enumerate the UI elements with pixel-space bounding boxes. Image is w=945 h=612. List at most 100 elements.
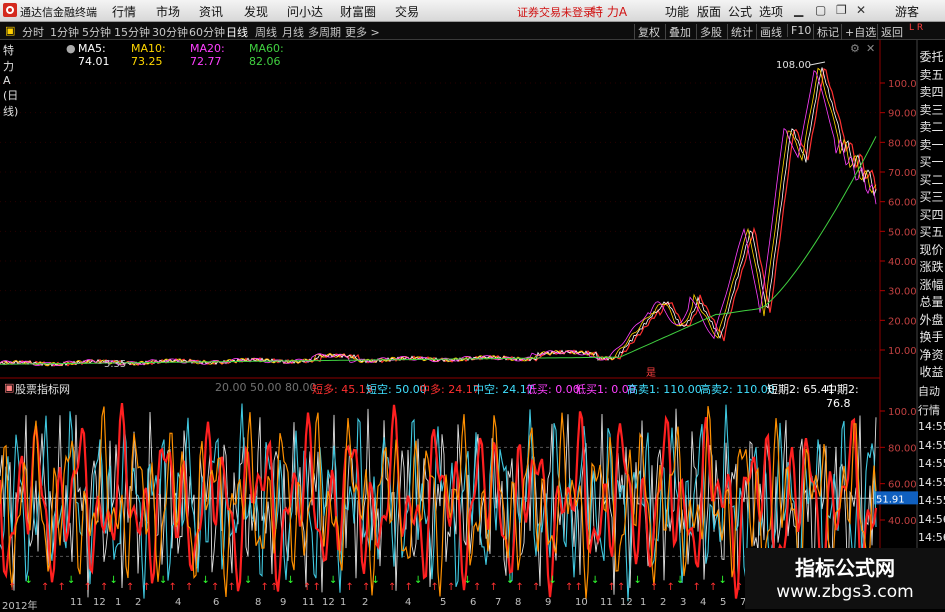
signal-arrow-12: ↑ (185, 582, 193, 593)
sidebar-tab-1[interactable]: 卖五 (918, 66, 945, 84)
signal-arrow-49: ↓ (719, 575, 727, 586)
sidebar-tab-8[interactable]: 买三 (918, 188, 945, 206)
sidebar-tab-3[interactable]: 卖三 (918, 101, 945, 119)
indicator-value-9: 中期2: 76.8 (826, 383, 859, 410)
signal-arrow-8: ↑ (126, 582, 134, 593)
xaxis-label-7: 8 (255, 597, 262, 608)
pane-close-icon[interactable]: ✕ (866, 42, 875, 55)
yaxis-label-0: 100.0 (888, 79, 917, 90)
xaxis-label-11: 1 (340, 597, 347, 608)
indicator-value-6: 高卖1: 110.00 (627, 383, 702, 396)
time-sidebar-item-0[interactable]: 自动 (918, 383, 945, 399)
signal-arrow-2: ↑ (41, 582, 49, 593)
indicator-icon: ▣ (4, 381, 15, 394)
signal-arrow-26: ↑ (388, 582, 396, 593)
signal-arrow-27: ↑ (405, 582, 413, 593)
sidebar-tab-17[interactable]: 净资 (918, 346, 945, 364)
quote-sidebar: 委托 卖五 卖四 卖三 卖二 卖一 买一 买二 买三 买四 买五 现价 涨跌 涨幅 总量 外盘 换手 净资 收益 (918, 40, 945, 380)
sidebar-tab-12[interactable]: 涨跌 (918, 258, 945, 276)
ma10-label: MA10: 73.25 (131, 42, 166, 68)
sidebar-tab-5[interactable]: 卖一 (918, 136, 945, 154)
signal-arrow-22: ↓ (329, 575, 337, 586)
sidebar-tab-10[interactable]: 买五 (918, 223, 945, 241)
xaxis-label-25: 4 (700, 597, 707, 608)
indicator-params: 20.00 50.00 80.00 (215, 381, 317, 394)
time-sidebar-item-2: 14:55 (918, 420, 945, 433)
signal-arrow-13: ↓ (202, 575, 210, 586)
indicator-value-7: 高卖2: 110.00 (700, 383, 775, 396)
xaxis-label-1: 11 (70, 597, 83, 608)
ind-yaxis-label-1: 80.00 (888, 443, 917, 454)
xaxis-label-6: 6 (213, 597, 220, 608)
signal-arrow-23: ↑ (346, 582, 354, 593)
xaxis-label-17: 8 (515, 597, 522, 608)
signal-arrow-6: ↑ (100, 582, 108, 593)
xaxis-label-23: 2 (660, 597, 667, 608)
xaxis-label-26: 5 (720, 597, 727, 608)
sidebar-tab-2[interactable]: 卖四 (918, 83, 945, 101)
yaxis-label-9: 10.00 (888, 346, 917, 357)
signal-arrow-4: ↓ (67, 575, 75, 586)
yaxis-label-5: 50.00 (888, 227, 917, 238)
sidebar-tab-7[interactable]: 买二 (918, 171, 945, 189)
ma20-line (0, 69, 877, 367)
signal-arrow-16: ↓ (244, 575, 252, 586)
xaxis-label-22: 1 (640, 597, 647, 608)
sidebar-tab-18[interactable]: 收益 (918, 363, 945, 381)
sidebar-tab-0[interactable]: 委托 (918, 48, 945, 66)
sidebar-tab-16[interactable]: 换手 (918, 328, 945, 346)
signal-arrow-37: ↓ (549, 575, 557, 586)
time-sidebar-item-4: 14:55 (918, 457, 945, 470)
indicator-value-1: 短空: 50.00 (366, 383, 427, 396)
time-sidebar-item-1[interactable]: 行情 (918, 402, 945, 418)
sidebar-tab-15[interactable]: 外盘 (918, 311, 945, 329)
signal-arrow-17: ↑ (261, 582, 269, 593)
yaxis-label-7: 30.00 (888, 287, 917, 298)
yaxis-label-2: 80.00 (888, 138, 917, 149)
low-price-label: 5.35 (104, 359, 126, 370)
xaxis-label-3: 1 (115, 597, 122, 608)
signal-arrow-14: ↑ (211, 582, 219, 593)
xaxis-label-2: 12 (93, 597, 106, 608)
signal-arrow-1: ↓ (25, 575, 33, 586)
sidebar-tab-6[interactable]: 买一 (918, 153, 945, 171)
indicator-value-2: 中多: 24.17 (419, 383, 480, 396)
indicator-value-4: 低买: 0.00 (526, 383, 580, 396)
xaxis-label-21: 12 (620, 597, 633, 608)
indicator-value-8: 短期2: 65.41 (767, 383, 835, 396)
xaxis-label-15: 6 (470, 597, 477, 608)
xaxis-label-14: 5 (440, 597, 447, 608)
signal-arrow-38: ↑ (565, 582, 573, 593)
chart-marker: 是 (646, 367, 656, 379)
watermark-url: www.zbgs3.com (776, 582, 914, 602)
xaxis-label-0: 2012年 (2, 601, 38, 612)
sidebar-tab-11[interactable]: 现价 (918, 241, 945, 259)
signal-arrow-31: ↓ (464, 575, 472, 586)
ma5-label: MA5: 74.01 (78, 42, 110, 68)
xaxis-label-18: 9 (545, 597, 552, 608)
indicator-title: 股票指标网 (15, 383, 70, 396)
signal-arrow-9: ↑ (143, 582, 151, 593)
chart-canvas[interactable]: 100.0 90.00 80.00 70.00 60.00 50.00 40.00 30.00… (0, 0, 945, 609)
settings-icon[interactable]: ⚙ (850, 42, 860, 55)
signal-arrow-7: ↓ (110, 575, 118, 586)
yaxis-label-4: 60.00 (888, 198, 917, 209)
sidebar-tab-9[interactable]: 买四 (918, 206, 945, 224)
sidebar-tab-13[interactable]: 涨幅 (918, 276, 945, 294)
signal-arrow-42: ↑ (617, 582, 625, 593)
signal-arrow-46: ↓ (676, 575, 684, 586)
xaxis-label-8: 9 (280, 597, 287, 608)
signal-arrow-11: ↑ (169, 582, 177, 593)
yaxis-label-1: 90.00 (888, 109, 917, 120)
high-price-pointer (809, 61, 826, 66)
signal-arrow-35: ↑ (516, 582, 524, 593)
xaxis-label-10: 12 (322, 597, 335, 608)
sidebar-tab-4[interactable]: 卖二 (918, 118, 945, 136)
signal-arrow-39: ↑ (575, 582, 583, 593)
signal-arrow-29: ↑ (431, 582, 439, 593)
signal-arrow-32: ↑ (473, 582, 481, 593)
time-sidebar-item-7: 14:56 (918, 512, 945, 526)
ind-current-value: 51.91 (876, 494, 905, 505)
xaxis-label-4: 2 (135, 597, 142, 608)
sidebar-tab-14[interactable]: 总量 (918, 293, 945, 311)
